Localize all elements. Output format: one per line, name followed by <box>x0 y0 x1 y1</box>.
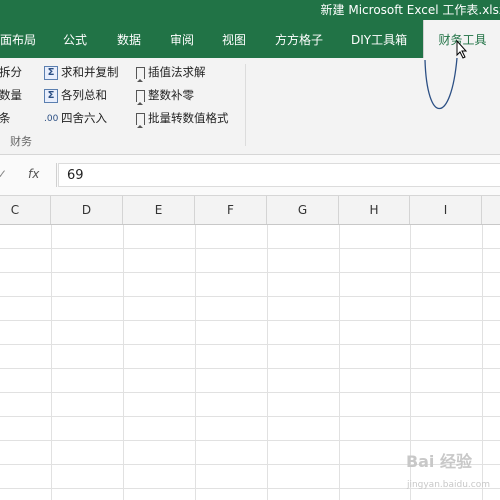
mouse-cursor-icon <box>456 40 468 59</box>
integer-zero-pad-label: 整数补零 <box>148 88 194 102</box>
grid-column-line <box>195 225 196 500</box>
batch-number-format-label: 批量转数值格式 <box>148 111 229 125</box>
grid-row-line <box>0 368 500 369</box>
bookmark-icon <box>136 66 145 82</box>
ribbon-item-split[interactable]: 拆分 <box>0 62 22 82</box>
batch-number-format-button[interactable]: 批量转数值格式 <box>136 108 229 128</box>
watermark-logo: Bai 经验 <box>405 452 472 471</box>
grid-row-line <box>0 272 500 273</box>
integer-zero-pad-button[interactable]: 整数补零 <box>136 85 194 105</box>
formula-bar: ✓ fx 69 <box>0 155 500 196</box>
column-header-c[interactable]: C <box>0 196 51 224</box>
tab-page-layout[interactable]: 页面布局 <box>0 20 36 58</box>
grid-column-line <box>51 225 52 500</box>
formula-divider <box>56 163 57 187</box>
tab-diy-toolbox[interactable]: DIY工具箱 <box>351 20 407 58</box>
ribbon-item-bar[interactable]: 条 <box>0 108 11 128</box>
grid-column-line <box>123 225 124 500</box>
column-totals-button[interactable]: Σ 各列总和 <box>44 85 107 105</box>
watermark-url: jingyan.baidu.com <box>406 480 490 490</box>
formula-input[interactable]: 69 <box>58 163 500 187</box>
group-label-finance: 财务 <box>10 135 32 148</box>
interpolation-solve-label: 插值法求解 <box>148 65 206 79</box>
column-header-e[interactable]: E <box>123 196 195 224</box>
tab-data[interactable]: 数据 <box>117 20 141 58</box>
window-title: 新建 Microsoft Excel 工作表.xlsx <box>320 3 500 17</box>
column-header-d[interactable]: D <box>51 196 123 224</box>
group-separator <box>245 64 246 146</box>
bookmark-icon <box>136 89 145 105</box>
round-icon: .00 <box>44 113 59 124</box>
grid-column-line <box>267 225 268 500</box>
round-half-even-button[interactable]: .00 四舍六入 <box>44 108 107 128</box>
title-bar: 新建 Microsoft Excel 工作表.xlsx <box>0 0 500 20</box>
ribbon-item-quantity[interactable]: 数量 <box>0 85 22 105</box>
tab-fangfang[interactable]: 方方格子 <box>275 20 323 58</box>
interpolation-solve-button[interactable]: 插值法求解 <box>136 62 206 82</box>
tab-review[interactable]: 审阅 <box>170 20 194 58</box>
bookmark-icon <box>136 112 145 128</box>
grid-row-line <box>0 344 500 345</box>
grid-row-line <box>0 392 500 393</box>
sigma-icon: Σ <box>44 65 58 80</box>
tab-view[interactable]: 视图 <box>222 20 246 58</box>
tab-formulas[interactable]: 公式 <box>63 20 87 58</box>
column-header-f[interactable]: F <box>195 196 267 224</box>
annotation-curve <box>424 57 458 109</box>
column-header-h[interactable]: H <box>339 196 410 224</box>
fx-icon[interactable]: fx <box>28 167 39 181</box>
grid-row-line <box>0 416 500 417</box>
grid-column-line <box>482 225 483 500</box>
grid-row-line <box>0 320 500 321</box>
grid-column-line <box>339 225 340 500</box>
grid-row-line <box>0 296 500 297</box>
enter-check-icon[interactable]: ✓ <box>0 167 7 181</box>
column-header-i[interactable]: I <box>410 196 482 224</box>
column-totals-label: 各列总和 <box>61 88 107 102</box>
column-header-g[interactable]: G <box>267 196 339 224</box>
sum-and-copy-label: 求和并复制 <box>61 65 119 79</box>
grid-row-line <box>0 248 500 249</box>
round-half-even-label: 四舍六入 <box>61 111 107 125</box>
column-header-row: C D E F G H I <box>0 196 500 225</box>
grid-row-line <box>0 440 500 441</box>
sigma-icon: Σ <box>44 88 58 103</box>
sum-and-copy-button[interactable]: Σ 求和并复制 <box>44 62 119 82</box>
